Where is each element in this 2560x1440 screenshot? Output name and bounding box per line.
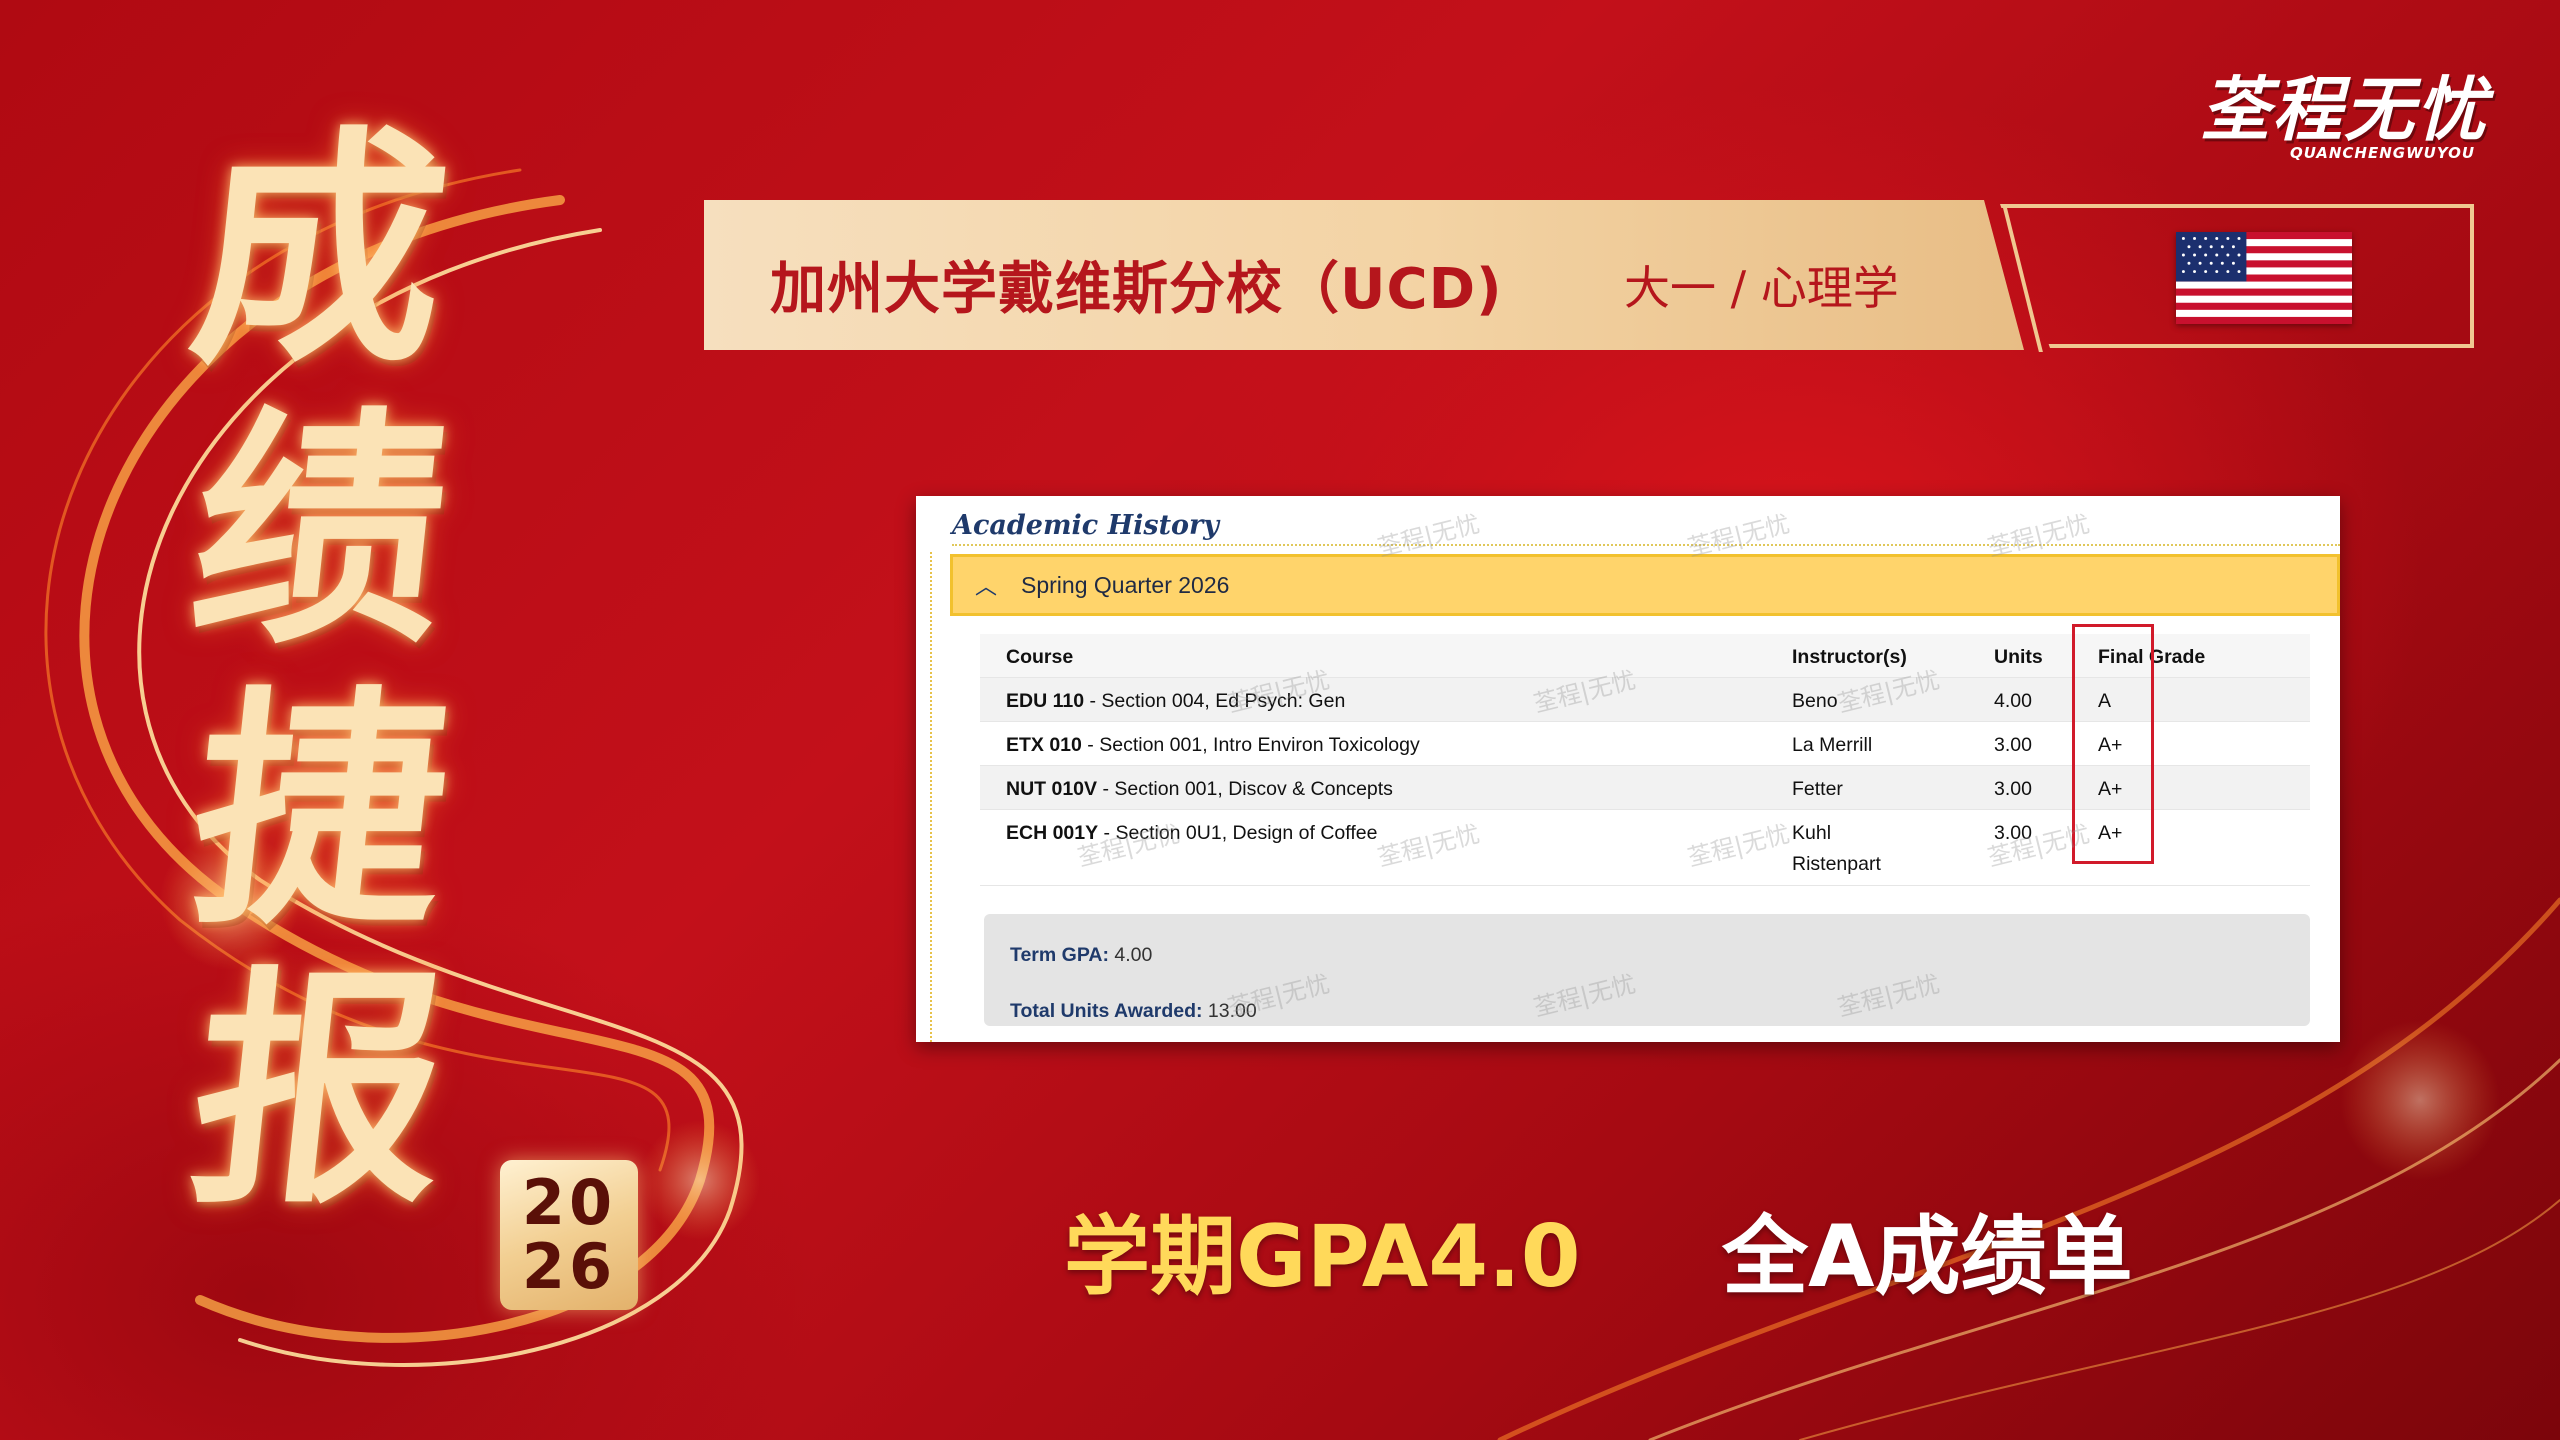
- term-gpa-label: Term GPA:: [1010, 944, 1109, 966]
- units-cell: 4.00: [1994, 690, 2032, 712]
- course-title: - Section 0U1, Design of Coffee: [1098, 822, 1378, 844]
- year-line-2: 26: [521, 1230, 617, 1303]
- course-code: ETX 010: [1006, 734, 1082, 756]
- course-code: EDU 110: [1006, 690, 1085, 712]
- academic-history-title: Academic History: [952, 510, 1219, 541]
- term-gpa-line: Term GPA: 4.00: [1010, 944, 1152, 967]
- instructor-cell: Beno: [1792, 690, 1838, 712]
- header-units: Units: [1994, 646, 2043, 668]
- course-title: - Section 001, Intro Environ Toxicology: [1081, 734, 1420, 756]
- title-char-3: 捷: [179, 663, 461, 957]
- logo-main-text: 荃程无忧: [2200, 69, 2488, 151]
- chevron-up-icon[interactable]: ︿: [975, 569, 997, 601]
- gpa-caption: 学期GPA4.0: [1064, 1207, 1581, 1307]
- course-title: - Section 001, Discov & Concepts: [1097, 778, 1393, 800]
- course-cell: EDU 110 - Section 004, Ed Psych: Gen: [1006, 690, 1345, 713]
- title-divider: [952, 544, 2340, 546]
- brand-logo: 荃程无忧 QUANCHENGWUYOU: [2200, 70, 2520, 170]
- university-name: 加州大学戴维斯分校（UCD): [770, 257, 1503, 322]
- all-a-caption: 全A成绩单: [1722, 1207, 2133, 1307]
- total-units-line: Total Units Awarded: 13.00: [1010, 1000, 1257, 1023]
- big-vertical-title: 成 绩 捷 报: [160, 103, 480, 1237]
- instructor-name: Kuhl: [1792, 822, 1832, 844]
- quarter-label: Spring Quarter 2026: [1021, 571, 1230, 598]
- quarter-accordion[interactable]: ︿ Spring Quarter 2026: [950, 554, 2340, 616]
- units-cell: 3.00: [1994, 778, 2032, 800]
- title-char-2: 绩: [179, 383, 461, 677]
- course-code: ECH 001Y: [1006, 822, 1099, 844]
- year-badge: 20 26: [500, 1160, 638, 1310]
- grade-highlight-box: [2072, 624, 2154, 864]
- course-code: NUT 010V: [1006, 778, 1098, 800]
- units-cell: 3.00: [1994, 734, 2032, 756]
- transcript-screenshot: Academic History ︿ Spring Quarter 2026 C…: [916, 496, 2340, 1042]
- units-cell: 3.00: [1994, 822, 2032, 844]
- title-char-1: 成: [179, 103, 461, 397]
- us-flag-icon: [2176, 232, 2352, 324]
- total-units-value: 13.00: [1202, 1000, 1257, 1022]
- instructor-name-2: Ristenpart: [1792, 853, 1881, 875]
- title-char-4: 报: [179, 943, 461, 1237]
- header-course: Course: [1006, 646, 1074, 668]
- course-title: - Section 004, Ed Psych: Gen: [1084, 690, 1346, 712]
- year-line-1: 20: [521, 1166, 617, 1239]
- course-cell: ETX 010 - Section 001, Intro Environ Tox…: [1006, 734, 1420, 757]
- student-major: 大一 / 心理学: [1624, 261, 1899, 315]
- instructor-cell: La Merrill: [1792, 734, 1873, 756]
- left-divider: [930, 552, 932, 1042]
- instructor-cell: Kuhl Ristenpart: [1792, 822, 1881, 876]
- course-cell: NUT 010V - Section 001, Discov & Concept…: [1006, 778, 1393, 801]
- term-summary: Term GPA: 4.00 Total Units Awarded: 13.0…: [984, 914, 2310, 1026]
- term-gpa-value: 4.00: [1108, 944, 1153, 966]
- instructor-cell: Fetter: [1792, 778, 1843, 800]
- header-instructor: Instructor(s): [1792, 646, 1907, 668]
- course-cell: ECH 001Y - Section 0U1, Design of Coffee: [1006, 822, 1377, 845]
- university-banner: 加州大学戴维斯分校（UCD) 大一 / 心理学: [704, 200, 2024, 350]
- total-units-label: Total Units Awarded:: [1010, 1000, 1203, 1022]
